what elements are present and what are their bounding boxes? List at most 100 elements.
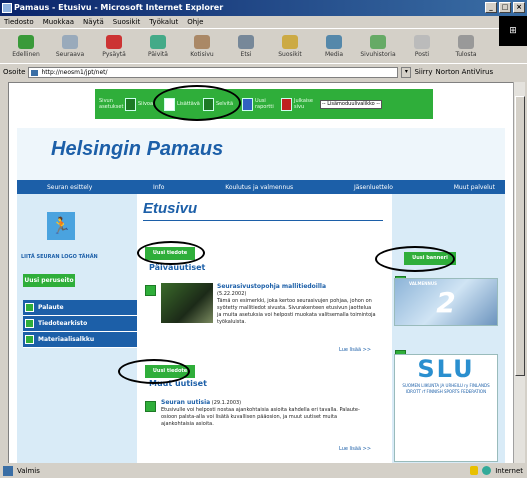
square-icon	[25, 335, 34, 344]
article-1: Seurasivustopohja mallitiedoilla (5.22.2…	[217, 283, 377, 326]
menu-tools[interactable]: Työkalut	[149, 18, 178, 28]
address-label: Osoite	[3, 68, 26, 76]
slu-logo: SLU	[417, 355, 475, 383]
banner-image-1[interactable]: VALMENNUS 2	[394, 278, 498, 326]
article-2-date: (29.1.2003)	[211, 400, 242, 406]
article-2-title[interactable]: Seuran uutisia	[161, 399, 210, 406]
ie-icon	[2, 3, 12, 13]
club-logo-icon: 🏃	[47, 212, 75, 240]
right-column: Uusi banneri VALMENNUS 2 SLU SUOMEN LIIK…	[392, 194, 505, 463]
window-title-bar: Pamaus - Etusivu - Microsoft Internet Ex…	[0, 0, 527, 16]
new-news-button[interactable]: Uusi tiedote	[145, 247, 195, 260]
media-button[interactable]: Media	[312, 30, 356, 63]
logo-placeholder-text: LIITÄ SEURAN LOGO TÄHÄN	[21, 254, 98, 260]
toolbar: Edellinen Seuraava Pysäytä Päivitä Koti­…	[0, 30, 527, 64]
module-select[interactable]: -- Lisämoduulivalikko --	[320, 99, 382, 109]
square-icon	[25, 319, 34, 328]
admin-clean[interactable]: Siivoa	[125, 97, 158, 111]
scroll-thumb[interactable]	[515, 96, 525, 376]
history-icon	[370, 35, 386, 49]
globe-icon	[482, 466, 492, 475]
admin-toolbar: Sivun asetukset Siivoa Lisättävä Selvitä…	[95, 89, 433, 119]
vertical-scrollbar[interactable]	[513, 82, 525, 463]
menu-view[interactable]: Näytä	[83, 18, 104, 28]
zone-label: Internet	[495, 466, 523, 475]
article-1-body: Tämä on esimerkki, joka kertoo seurasivu…	[217, 298, 376, 325]
nav-item-info[interactable]: Info	[153, 184, 164, 191]
favorites-button[interactable]: Suosikit	[268, 30, 312, 63]
clean-icon	[125, 97, 136, 111]
nav-item-seura[interactable]: Seuran esittely	[47, 184, 92, 191]
section-news-heading: Päiväuutiset	[149, 263, 206, 272]
close-button[interactable]: ×	[513, 2, 525, 13]
sidebar-item-materiaalisalkku[interactable]: Materiaalisalkku	[23, 332, 137, 348]
sidebar-item-palaute[interactable]: Palaute	[23, 300, 137, 316]
mail-icon	[414, 35, 430, 49]
security-zone: Internet	[470, 466, 523, 475]
article-1-date: (5.22.2002)	[217, 291, 247, 297]
go-button[interactable]: Siirry	[414, 68, 432, 76]
search-button[interactable]: Etsi	[224, 30, 268, 63]
nav-item-jasen[interactable]: Jäsenluettelo	[354, 184, 393, 191]
window-title: Pamaus - Etusivu - Microsoft Internet Ex…	[14, 3, 224, 12]
nav-item-muut[interactable]: Muut palvelut	[454, 184, 495, 191]
edit-icon[interactable]	[145, 285, 156, 296]
home-button[interactable]: Koti­sivu	[180, 30, 224, 63]
menu-bar: Tiedosto Muokkaa Näytä Suosikit Työkalut…	[0, 16, 527, 29]
menu-file[interactable]: Tiedosto	[4, 18, 34, 28]
address-dropdown-icon[interactable]: ▾	[401, 66, 412, 78]
lock-icon	[470, 466, 479, 475]
menu-favorites[interactable]: Suosikit	[113, 18, 141, 28]
stop-button[interactable]: Pysäytä	[92, 30, 136, 63]
site-nav: Seuran esittely Info Koulutus ja valmenn…	[17, 180, 505, 194]
admin-page-settings[interactable]: Sivun asetukset	[99, 98, 123, 110]
new-news-button-2[interactable]: Uusi tiedote	[145, 365, 195, 378]
sidebar-item-tiedotearkisto[interactable]: Tiedotearkisto	[23, 316, 137, 332]
admin-check[interactable]: Selvitä	[203, 97, 236, 111]
nav-item-koulutus[interactable]: Koulutus ja valmennus	[225, 184, 293, 191]
article-1-title[interactable]: Seurasivustopohja mallitiedoilla	[217, 283, 326, 290]
home-icon	[194, 35, 210, 49]
refresh-button[interactable]: Päivitä	[136, 30, 180, 63]
forward-icon	[62, 35, 78, 49]
article-2-body: Etusivulle voi helposti nostaa ajankohta…	[161, 407, 360, 427]
stop-icon	[106, 35, 122, 49]
edit-icon-2[interactable]	[145, 401, 156, 412]
history-button[interactable]: Sivuhistoria	[356, 30, 400, 63]
print-icon	[458, 35, 474, 49]
article-2: Seuran uutisia (29.1.2003) Etusivulle vo…	[161, 399, 371, 428]
minimize-button[interactable]: _	[485, 2, 497, 13]
square-icon	[25, 303, 34, 312]
menu-help[interactable]: Ohje	[187, 18, 203, 28]
sidebar: 🏃 LIITÄ SEURAN LOGO TÄHÄN Uusi peruseito…	[17, 194, 137, 463]
admin-add[interactable]: Lisättävä	[164, 97, 200, 111]
forward-button[interactable]: Seuraava	[48, 30, 92, 63]
section-other-heading: Muut uutiset	[149, 379, 207, 388]
new-basic-button[interactable]: Uusi peruseito	[23, 274, 75, 287]
status-text: Valmis	[17, 466, 40, 475]
admin-new-report[interactable]: Uusi raportti	[242, 97, 275, 111]
read-more-link-2[interactable]: Lue lisää >>	[339, 446, 371, 452]
print-button[interactable]: Tulosta	[444, 30, 488, 63]
mail-button[interactable]: Posti	[400, 30, 444, 63]
address-bar: Osoite http://neosm1/jpt/net/ ▾ Siirry N…	[0, 65, 527, 79]
back-button[interactable]: Edellinen	[4, 30, 48, 63]
new-banner-button[interactable]: Uusi banneri	[404, 252, 456, 265]
links-label[interactable]: Norton AntiVirus	[436, 68, 494, 76]
publish-icon	[281, 97, 292, 111]
check-icon	[203, 97, 214, 111]
admin-publish[interactable]: Julkaise sivu	[281, 97, 314, 111]
slu-banner[interactable]: SLU SUOMEN LIIKUNTA JA URHEILU ry FINLAN…	[394, 354, 498, 462]
read-more-link[interactable]: Lue lisää >>	[339, 347, 371, 353]
back-icon	[18, 35, 34, 49]
search-icon	[238, 35, 254, 49]
report-icon	[242, 97, 253, 111]
status-bar: Valmis Internet	[0, 463, 527, 478]
site-title: Helsingin Pamaus	[51, 138, 224, 160]
menu-edit[interactable]: Muokkaa	[43, 18, 74, 28]
refresh-icon	[150, 35, 166, 49]
maximize-button[interactable]: □	[499, 2, 511, 13]
add-icon	[164, 97, 175, 111]
page-viewport: Sivun asetukset Siivoa Lisättävä Selvitä…	[8, 82, 513, 463]
address-input[interactable]: http://neosm1/jpt/net/	[28, 66, 399, 78]
